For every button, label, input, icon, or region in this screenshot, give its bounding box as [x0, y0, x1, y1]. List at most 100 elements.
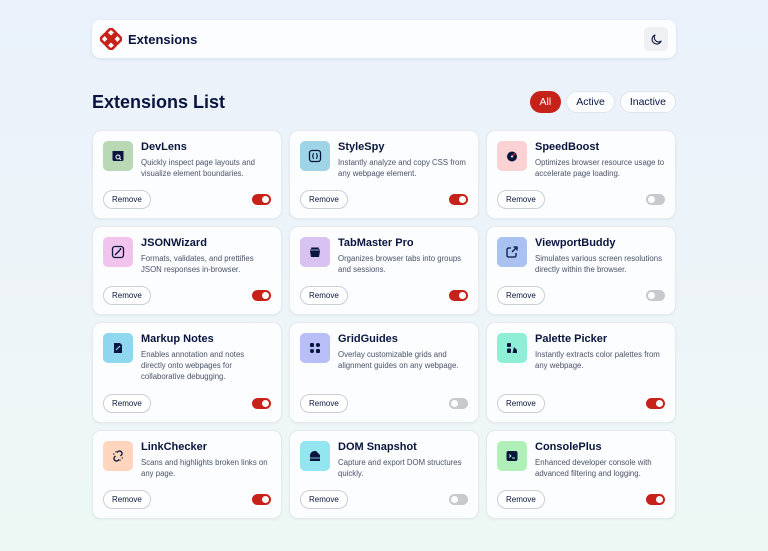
extension-info: ConsolePlus Enhanced developer console w… [535, 441, 665, 479]
toggle-knob [451, 496, 458, 503]
extension-name: GridGuides [338, 333, 398, 345]
remove-button[interactable]: Remove [103, 490, 151, 509]
extension-name: DOM Snapshot [338, 441, 417, 453]
extension-name: TabMaster Pro [338, 237, 414, 249]
extension-description: Instantly extracts color palettes from a… [535, 350, 660, 370]
extension-description: Simulates various screen resolutions dir… [535, 254, 662, 274]
remove-button[interactable]: Remove [497, 490, 545, 509]
card-header: Palette Picker Instantly extracts color … [497, 333, 665, 371]
theme-toggle-button[interactable] [644, 27, 668, 51]
extension-description: Optimizes browser resource usage to acce… [535, 158, 665, 178]
card-actions: Remove [103, 190, 271, 209]
remove-button[interactable]: Remove [497, 286, 545, 305]
terminal-icon [506, 451, 518, 461]
toggle-knob [262, 400, 269, 407]
card-actions: Remove [103, 286, 271, 305]
remove-button[interactable]: Remove [103, 394, 151, 413]
filter-active-button[interactable]: Active [566, 91, 615, 113]
palette-icon [507, 343, 517, 353]
active-toggle[interactable] [252, 398, 271, 409]
card-header: GridGuides Overlay customizable grids an… [300, 333, 468, 371]
extension-info: TabMaster Pro Organizes browser tabs int… [338, 237, 468, 275]
extension-description: Enables annotation and notes directly on… [141, 350, 245, 381]
card-header: Markup Notes Enables annotation and note… [103, 333, 271, 382]
toggle-knob [459, 196, 466, 203]
active-toggle[interactable] [646, 290, 665, 301]
remove-button[interactable]: Remove [300, 286, 348, 305]
snapshot-icon [310, 451, 320, 461]
card-actions: Remove [103, 394, 271, 413]
toggle-knob [262, 292, 269, 299]
active-toggle[interactable] [252, 194, 271, 205]
active-toggle[interactable] [449, 494, 468, 505]
page-title: Extensions List [92, 91, 226, 112]
extension-card: DOM Snapshot Capture and export DOM stru… [289, 430, 479, 519]
active-toggle[interactable] [449, 290, 468, 301]
remove-button[interactable]: Remove [103, 286, 151, 305]
active-toggle[interactable] [449, 194, 468, 205]
extension-description: Formats, validates, and prettifies JSON … [141, 254, 254, 274]
card-header: ConsolePlus Enhanced developer console w… [497, 441, 665, 479]
top-bar: Extensions [92, 20, 676, 58]
card-header: LinkChecker Scans and highlights broken … [103, 441, 271, 479]
filter-all-button[interactable]: All [529, 91, 562, 113]
extension-info: DevLens Quickly inspect page layouts and… [141, 141, 271, 179]
extension-icon-tile [300, 141, 330, 171]
extension-info: JSONWizard Formats, validates, and prett… [141, 237, 271, 275]
extension-info: Palette Picker Instantly extracts color … [535, 333, 665, 371]
active-toggle[interactable] [646, 494, 665, 505]
active-toggle[interactable] [449, 398, 468, 409]
remove-button[interactable]: Remove [300, 394, 348, 413]
card-header: DevLens Quickly inspect page layouts and… [103, 141, 271, 179]
extension-info: GridGuides Overlay customizable grids an… [338, 333, 468, 371]
extension-icon-tile [103, 141, 133, 171]
inspect-window-icon [112, 151, 124, 161]
extension-icon-tile [300, 333, 330, 363]
card-header: TabMaster Pro Organizes browser tabs int… [300, 237, 468, 275]
extension-info: SpeedBoost Optimizes browser resource us… [535, 141, 665, 179]
extension-info: ViewportBuddy Simulates various screen r… [535, 237, 665, 275]
extensions-grid: DevLens Quickly inspect page layouts and… [92, 130, 676, 519]
active-toggle[interactable] [252, 494, 271, 505]
toggle-knob [648, 292, 655, 299]
remove-button[interactable]: Remove [300, 490, 348, 509]
filter-group: All Active Inactive [529, 91, 676, 113]
extension-icon-tile [300, 237, 330, 267]
extension-icon-tile [103, 333, 133, 363]
extension-name: JSONWizard [141, 237, 207, 249]
filter-inactive-button[interactable]: Inactive [619, 91, 676, 113]
card-actions: Remove [497, 394, 665, 413]
card-actions: Remove [497, 490, 665, 509]
active-toggle[interactable] [646, 194, 665, 205]
card-header: StyleSpy Instantly analyze and copy CSS … [300, 141, 468, 179]
active-toggle[interactable] [646, 398, 665, 409]
toggle-knob [656, 496, 663, 503]
remove-button[interactable]: Remove [497, 190, 545, 209]
extension-description: Scans and highlights broken links on any… [141, 458, 268, 478]
card-actions: Remove [497, 286, 665, 305]
card-actions: Remove [103, 490, 271, 509]
card-actions: Remove [300, 394, 468, 413]
extension-description: Instantly analyze and copy CSS from any … [338, 158, 466, 178]
magic-wand-icon [111, 245, 125, 259]
toggle-knob [459, 292, 466, 299]
grid-dots-icon [310, 343, 320, 353]
remove-button[interactable]: Remove [300, 190, 348, 209]
resize-arrow-icon [506, 246, 518, 258]
extension-icon-tile [497, 441, 527, 471]
active-toggle[interactable] [252, 290, 271, 301]
extension-name: ConsolePlus [535, 441, 602, 453]
extension-icon-tile [103, 441, 133, 471]
extension-card: JSONWizard Formats, validates, and prett… [92, 226, 282, 315]
extension-description: Organizes browser tabs into groups and s… [338, 254, 462, 274]
toggle-knob [451, 400, 458, 407]
extension-name: Markup Notes [141, 333, 214, 345]
extension-name: SpeedBoost [535, 141, 600, 153]
tab-stack-icon [310, 247, 320, 257]
extension-description: Quickly inspect page layouts and visuali… [141, 158, 255, 178]
broken-link-icon [113, 450, 123, 462]
extension-icon-tile [103, 237, 133, 267]
remove-button[interactable]: Remove [103, 190, 151, 209]
remove-button[interactable]: Remove [497, 394, 545, 413]
extension-card: StyleSpy Instantly analyze and copy CSS … [289, 130, 479, 219]
